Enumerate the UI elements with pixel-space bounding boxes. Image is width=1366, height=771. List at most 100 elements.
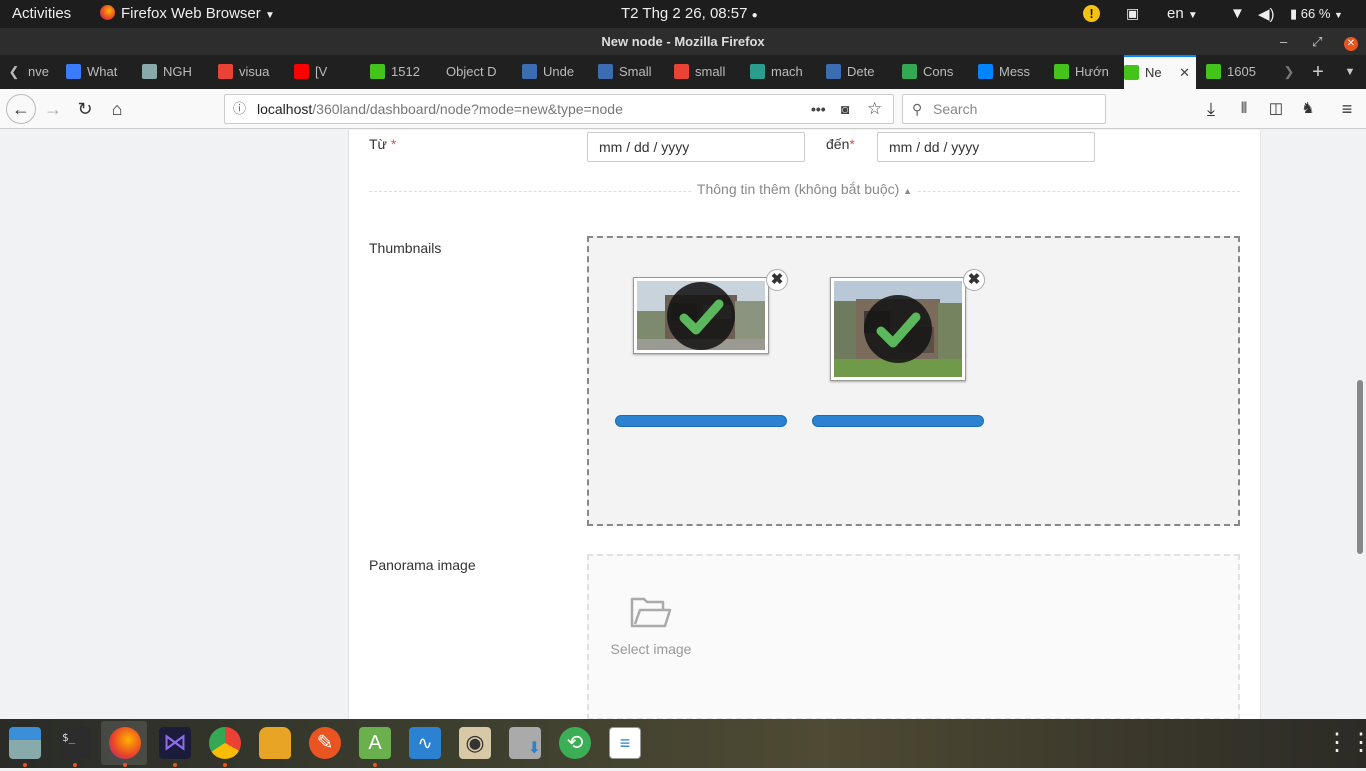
upload-success-icon (667, 281, 735, 350)
smiley-icon (370, 64, 385, 79)
library-icon[interactable]: ⫴ (1231, 96, 1257, 122)
text-editor-icon[interactable]: ≡ (609, 727, 641, 759)
tab-scroll-right-icon[interactable]: ❯ (1280, 55, 1298, 89)
firefox-icon (100, 5, 115, 20)
clock[interactable]: T2 Thg 2 26, 08:57 ● (621, 5, 758, 22)
remove-thumbnail-button[interactable]: ✖ (766, 269, 788, 291)
tab-14[interactable]: Hướn (1054, 55, 1114, 89)
visual-studio-code-icon[interactable]: ⋈ (159, 727, 191, 759)
tab-1[interactable]: What (66, 55, 136, 89)
briefcase-download-icon[interactable]: ⬇ (509, 727, 541, 759)
window-title-bar: New node - Mozilla Firefox – ⤢ ✕ (0, 28, 1366, 55)
minimize-icon[interactable]: – (1280, 28, 1287, 55)
tab-5[interactable]: 1512 (370, 55, 440, 89)
app-menu[interactable]: Firefox Web Browser ▼ (100, 5, 275, 22)
tab-label: [V (315, 64, 328, 79)
more-info-toggle[interactable]: Thông tin thêm (không bắt buộc) ▲ (349, 181, 1260, 197)
warning-icon[interactable]: ! (1083, 5, 1100, 22)
menu-icon[interactable]: ≡ (1334, 96, 1360, 122)
remove-thumbnail-button[interactable]: ✖ (963, 269, 985, 291)
tab-16[interactable]: 1605 (1206, 55, 1266, 89)
volume-icon[interactable]: ◀) (1258, 5, 1275, 23)
select-image-button[interactable]: Select image (609, 596, 693, 657)
tab-label: mach (771, 64, 803, 79)
tab-10[interactable]: mach (750, 55, 820, 89)
tab-12[interactable]: Cons (902, 55, 972, 89)
tab-3[interactable]: visua (218, 55, 288, 89)
speaker-icon[interactable]: ◉ (459, 727, 491, 759)
tab-8[interactable]: Small (598, 55, 668, 89)
tab-label: Dete (847, 64, 875, 79)
to-date-input[interactable]: mm / dd / yyyy (877, 132, 1095, 162)
tab-0[interactable]: nve (28, 55, 60, 89)
new-tab-icon[interactable]: + (1306, 55, 1330, 89)
page-scrollbar[interactable] (1354, 130, 1366, 719)
tab-label: small (695, 64, 726, 79)
tab-label: Object D (446, 64, 497, 79)
forward-icon[interactable]: → (40, 96, 66, 122)
pocket-icon[interactable]: ◙ (841, 95, 849, 123)
teapot-icon[interactable] (259, 727, 291, 759)
tab-list-icon[interactable]: ▼ (1340, 55, 1360, 89)
firefox-icon[interactable] (109, 727, 141, 759)
upload-success-icon (864, 295, 932, 363)
battery-icon: ▮ (1290, 6, 1298, 21)
tab-4[interactable]: [V (294, 55, 364, 89)
clock-text: T2 Thg 2 26, 08:57 (621, 5, 748, 22)
thumbnails-label: Thumbnails (369, 240, 442, 256)
reload-icon[interactable]: ↻ (72, 96, 98, 122)
home-icon[interactable]: ⌂ (104, 96, 130, 122)
bookmark-star-icon[interactable]: ☆ (867, 95, 882, 123)
search-input[interactable]: ⚲ Search (902, 94, 1106, 124)
from-date-input[interactable]: mm / dd / yyyy (587, 132, 805, 162)
page-actions-icon[interactable]: ••• (811, 95, 826, 123)
downloads-icon[interactable]: ⤓ (1198, 96, 1224, 122)
panorama-dropzone[interactable]: Select image (587, 554, 1240, 719)
clipboard-icon[interactable]: ▣ (1126, 5, 1139, 22)
thumbnails-dropzone[interactable]: ✖ ✖ (587, 236, 1240, 526)
system-monitor-icon[interactable]: ∿ (409, 727, 441, 759)
to-label: đến* (826, 136, 855, 152)
activities-button[interactable]: Activities (12, 5, 71, 22)
battery-indicator[interactable]: ▮ 66 % ▼ (1290, 6, 1343, 22)
doc-icon (142, 64, 157, 79)
messenger-icon (978, 64, 993, 79)
tab-7[interactable]: Unde (522, 55, 592, 89)
tab-2[interactable]: NGH (142, 55, 212, 89)
restore-icon[interactable]: ⤢ (1312, 28, 1322, 55)
grid-icon (750, 64, 765, 79)
form-panel: Từ * mm / dd / yyyy đến* mm / dd / yyyy … (348, 130, 1261, 719)
extension-icon[interactable]: ♞ (1295, 96, 1321, 122)
tab-15[interactable]: Ne ✕ (1124, 55, 1196, 89)
files-icon[interactable] (9, 727, 41, 759)
chevron-down-icon: ▼ (1334, 10, 1343, 20)
scrollbar-thumb[interactable] (1357, 380, 1363, 554)
show-applications-icon[interactable]: ⋮⋮ (1325, 727, 1366, 759)
close-tab-icon[interactable]: ✕ (1179, 57, 1190, 89)
url-bar[interactable]: ⓘ localhost/360land/dashboard/node?mode=… (224, 94, 894, 124)
android-studio-icon[interactable]: A (359, 727, 391, 759)
language-menu[interactable]: en ▼ (1167, 5, 1198, 22)
url-text[interactable]: localhost/360land/dashboard/node?mode=ne… (257, 95, 623, 123)
upload-progress-bar (615, 415, 787, 427)
pen-icon[interactable]: ✎ (309, 727, 341, 759)
tab-11[interactable]: Dete (826, 55, 896, 89)
tab-13[interactable]: Mess (978, 55, 1048, 89)
back-icon[interactable]: ← (6, 94, 36, 124)
chrome-icon[interactable] (209, 727, 241, 759)
software-updater-icon[interactable]: ⟲ (559, 727, 591, 759)
info-icon[interactable]: ⓘ (233, 95, 246, 123)
chevron-down-icon: ▼ (1187, 10, 1198, 21)
tab-scroll-left-icon[interactable]: ❮ (4, 55, 24, 89)
wifi-icon[interactable]: ▼ (1230, 5, 1245, 22)
sidebar-icon[interactable]: ◫ (1263, 96, 1289, 122)
thumbnail-preview (830, 277, 966, 381)
location-icon (1124, 65, 1139, 80)
tab-label: Small (619, 64, 652, 79)
tab-6[interactable]: Object D (446, 55, 516, 89)
from-label: Từ * (369, 136, 397, 152)
terminal-icon[interactable]: $_ (59, 727, 91, 759)
tab-9[interactable]: small (674, 55, 744, 89)
close-window-button[interactable]: ✕ (1344, 28, 1358, 55)
select-image-label: Select image (610, 641, 692, 657)
